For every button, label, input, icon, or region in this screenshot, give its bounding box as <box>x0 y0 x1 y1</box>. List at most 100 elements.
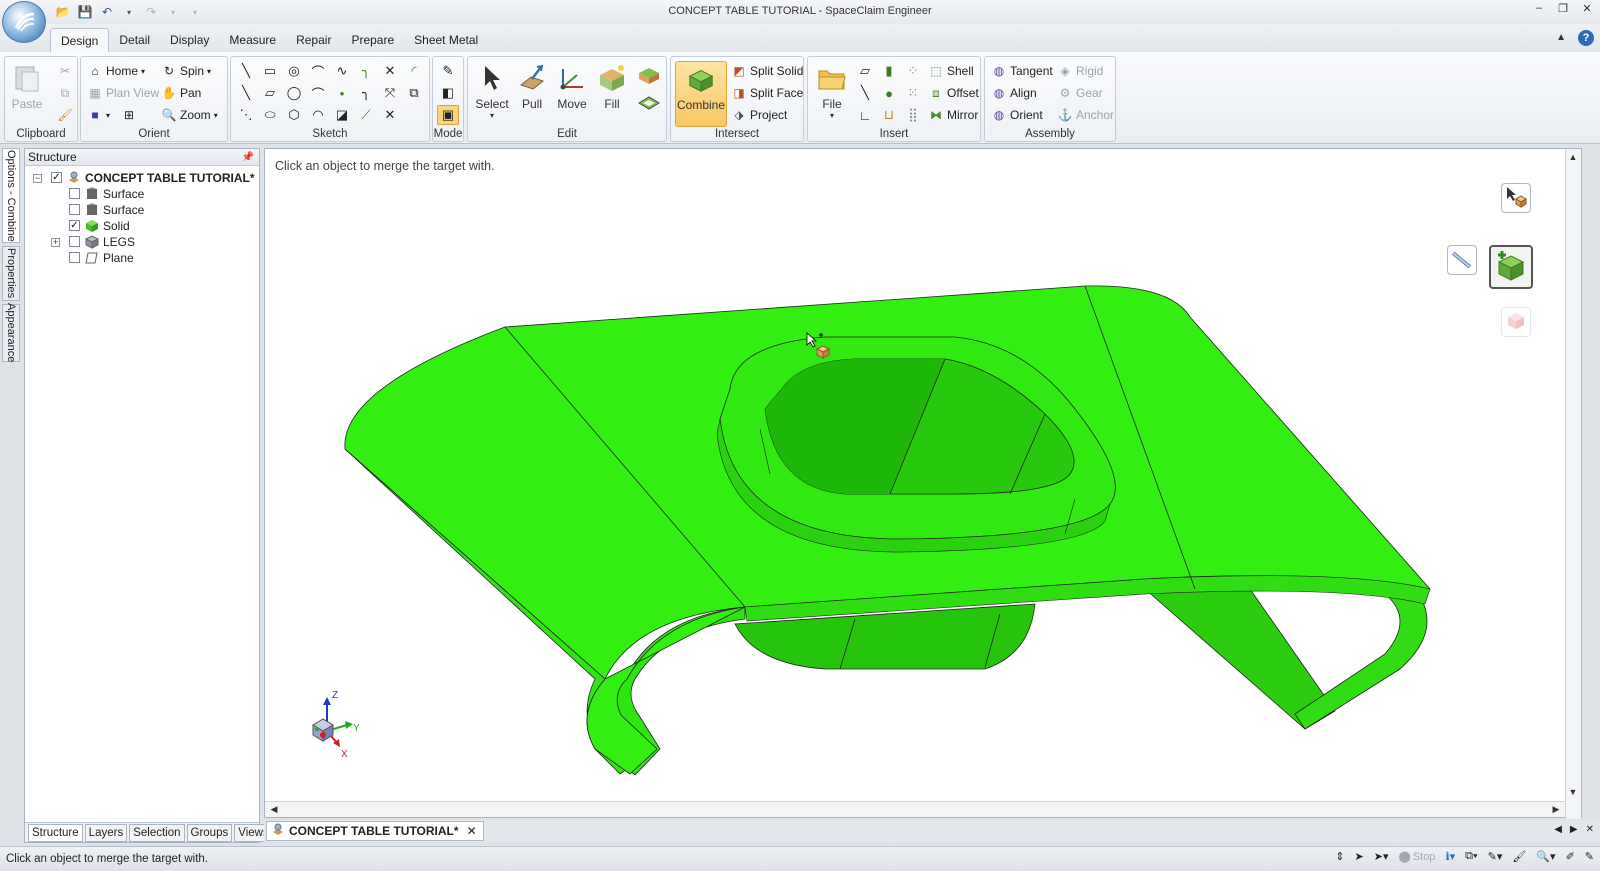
close-tab-icon[interactable]: ✕ <box>467 824 477 838</box>
offset-button[interactable]: ⧈ Offset <box>928 83 979 103</box>
restore-icon[interactable]: ❐ <box>1556 2 1570 15</box>
tweak-face-icon[interactable] <box>636 91 662 115</box>
close-icon[interactable]: ✕ <box>1580 2 1594 15</box>
select-mode-icon[interactable]: ➤ <box>1355 850 1364 863</box>
document-tab[interactable]: CONCEPT TABLE TUTORIAL* ✕ <box>266 821 484 841</box>
minimize-icon[interactable]: – <box>1532 2 1546 15</box>
mirror-button[interactable]: ⧓ Mirror <box>928 105 978 125</box>
orient-assembly-button[interactable]: ◍ Orient <box>991 105 1043 125</box>
tree-item-legs[interactable]: + LEGS <box>25 234 259 250</box>
pen-status-icon[interactable]: ✎ <box>1585 850 1594 863</box>
face-curve-icon[interactable]: ◪ <box>331 105 353 125</box>
view-cube-button[interactable]: ■ ▾ <box>87 105 110 125</box>
file-button[interactable]: File ▾ <box>812 61 852 125</box>
fill-pattern-icon[interactable]: ⣿ <box>902 105 924 125</box>
sweep-arc-icon[interactable]: ⌒ <box>307 83 329 103</box>
circular-pattern-icon[interactable]: ⁙ <box>902 83 924 103</box>
section-mode-icon[interactable]: ◧ <box>437 83 459 103</box>
origin-insert-icon[interactable]: ∟ <box>854 105 876 125</box>
zoom-button[interactable]: 🔍 Zoom ▾ <box>161 105 218 125</box>
extend-curve-icon[interactable]: ⟋ <box>355 105 377 125</box>
visibility-checkbox[interactable]: ✓ <box>69 220 80 231</box>
style-painter-icon[interactable]: 🖌 <box>1512 850 1526 863</box>
three-point-circle-icon[interactable]: ◯ <box>283 83 305 103</box>
vertical-scrollbar[interactable]: ▲ ▼ <box>1565 149 1581 819</box>
project-curve-icon[interactable]: ⤧ <box>379 83 401 103</box>
sketch-toggle-icon[interactable]: ✎▾ <box>1488 850 1503 863</box>
collapse-ribbon-icon[interactable]: ▲ <box>1556 30 1566 46</box>
visibility-checkbox[interactable] <box>69 204 80 215</box>
point-tool-icon[interactable]: • <box>331 83 353 103</box>
stop-button[interactable]: ⬤ Stop <box>1398 850 1435 864</box>
panel-tab-groups[interactable]: Groups <box>186 824 233 842</box>
polygon-tool-icon[interactable]: ▱ <box>259 83 281 103</box>
tangent-button[interactable]: ◍ Tangent <box>991 61 1053 81</box>
fillet-tool-icon[interactable]: ╮ <box>355 61 377 81</box>
tab-display[interactable]: Display <box>160 28 219 53</box>
panel-tab-layers[interactable]: Layers <box>84 824 128 842</box>
side-tab-properties[interactable]: Properties <box>2 246 20 301</box>
circle-tool-icon[interactable]: ◎ <box>283 61 305 81</box>
trim-tool-icon[interactable]: ✕ <box>379 61 401 81</box>
rigid-button[interactable]: ◈ Rigid <box>1057 61 1103 81</box>
tab-sheet-metal[interactable]: Sheet Metal <box>404 28 488 53</box>
bend-tool-icon[interactable]: ◜ <box>403 61 425 81</box>
gear-button[interactable]: ⚙ Gear <box>1057 83 1103 103</box>
tab-design[interactable]: Design <box>50 28 110 53</box>
plane-insert-icon[interactable]: ▱ <box>854 61 876 81</box>
select-target-tool[interactable] <box>1501 183 1531 213</box>
tab-next-icon[interactable]: ▶ <box>1570 824 1578 835</box>
plan-view-button[interactable]: ▦ Plan View <box>87 83 159 103</box>
tree-item-root[interactable]: − ✓ CONCEPT TABLE TUTORIAL* <box>25 170 259 186</box>
tab-measure[interactable]: Measure <box>219 28 286 53</box>
status-arrows-icon[interactable]: ⇕ <box>1335 850 1344 863</box>
move-button[interactable]: Move <box>552 61 592 125</box>
collapse-icon[interactable]: − <box>33 174 42 183</box>
select-filter-icon[interactable]: ➤▾ <box>1374 850 1389 863</box>
copy-icon[interactable]: ⧉ <box>57 85 73 101</box>
ellipse-tool-icon[interactable]: ⬭ <box>259 105 281 125</box>
split-solid-button[interactable]: ◩ Split Solid <box>731 61 803 81</box>
panel-tab-selection[interactable]: Selection <box>129 824 185 842</box>
scroll-down-icon[interactable]: ▼ <box>1566 785 1580 799</box>
3d-mode-icon[interactable]: ▣ <box>437 105 459 125</box>
tree-item-solid[interactable]: ✓ Solid <box>25 218 259 234</box>
tab-repair[interactable]: Repair <box>286 28 341 53</box>
pan-button[interactable]: ✋ Pan <box>161 83 202 103</box>
expand-icon[interactable]: + <box>51 238 60 247</box>
format-painter-icon[interactable]: 🖌 <box>57 107 73 123</box>
layout-button[interactable]: ⊞ <box>121 105 137 125</box>
offset-curve-icon[interactable]: ╮ <box>355 83 377 103</box>
visibility-checkbox[interactable] <box>69 252 80 263</box>
visibility-checkbox[interactable] <box>69 188 80 199</box>
help-icon[interactable]: ? <box>1578 30 1594 46</box>
split-curve-icon[interactable]: ✕ <box>379 105 401 125</box>
pin-icon[interactable]: 📌 <box>242 150 254 166</box>
tree-item-surface-1[interactable]: Surface <box>25 186 259 202</box>
polygon-six-icon[interactable]: ⬡ <box>283 105 305 125</box>
scroll-left-icon[interactable]: ◀ <box>267 802 281 816</box>
shell-button[interactable]: ⬚ Shell <box>928 61 973 81</box>
tab-detail[interactable]: Detail <box>109 28 160 53</box>
cutter-tool[interactable] <box>1447 245 1477 275</box>
arc-tool-icon[interactable]: ⌒ <box>307 61 329 81</box>
three-point-arc-icon[interactable]: ◠ <box>307 105 329 125</box>
split-face-button[interactable]: ◨ Split Face <box>731 83 803 103</box>
tree-item-plane[interactable]: Plane <box>25 250 259 266</box>
pull-button[interactable]: Pull <box>512 61 552 125</box>
scroll-right-icon[interactable]: ▶ <box>1549 802 1563 816</box>
spin-button[interactable]: ↻ Spin ▾ <box>161 61 211 81</box>
complete-tool[interactable] <box>1501 307 1531 337</box>
anchor-button[interactable]: ⚓ Anchor <box>1057 105 1115 125</box>
tree-item-surface-2[interactable]: Surface <box>25 202 259 218</box>
cylinder-insert-icon[interactable]: ▮ <box>878 61 900 81</box>
panel-tab-structure[interactable]: Structure <box>28 824 83 842</box>
close-document-icon[interactable]: ✕ <box>1586 824 1594 835</box>
merge-tool[interactable] <box>1489 245 1533 289</box>
horizontal-scrollbar[interactable]: ◀ ▶ <box>265 801 1565 817</box>
sphere-insert-icon[interactable]: ● <box>878 83 900 103</box>
home-button[interactable]: ⌂ Home ▾ <box>87 61 145 81</box>
rectangle-tool-icon[interactable]: ▭ <box>259 61 281 81</box>
visibility-checkbox[interactable]: ✓ <box>51 172 62 183</box>
shell-profile-icon[interactable]: ⊔ <box>878 105 900 125</box>
